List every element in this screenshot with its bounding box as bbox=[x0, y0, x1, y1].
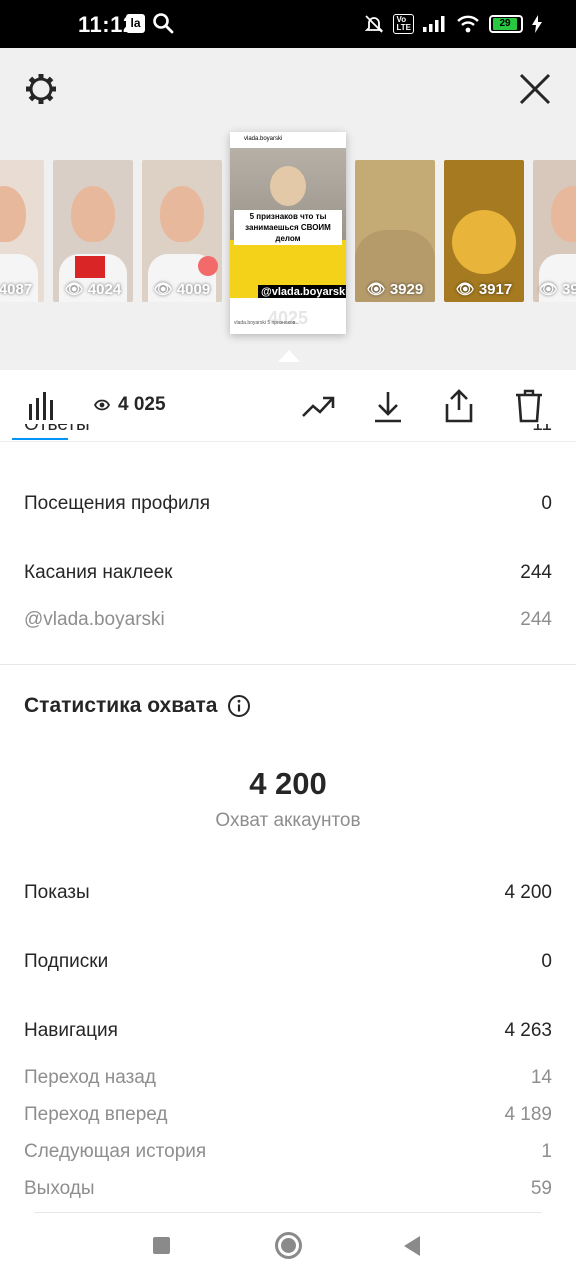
row-value: 1 bbox=[541, 1141, 552, 1162]
story-thumbnail[interactable]: 👁 39 bbox=[533, 160, 576, 302]
status-bar: 11:12 la Vo LTE 29 bbox=[0, 0, 576, 48]
eye-icon: 👁 bbox=[366, 281, 386, 298]
story-thumbnail[interactable]: 👁 3917 bbox=[444, 160, 524, 302]
app-notification-icon: la bbox=[126, 14, 145, 33]
row-label: Навигация bbox=[24, 1020, 118, 1041]
accounts-reached-value: 4 200 bbox=[249, 766, 327, 801]
story-thumbnail[interactable]: 👁 4024 bbox=[53, 160, 133, 302]
selected-pointer bbox=[278, 350, 300, 362]
story-view-count: 3929 bbox=[389, 280, 424, 298]
row-label: Касания наклеек bbox=[24, 562, 173, 583]
eye-icon: 👁 bbox=[153, 281, 173, 298]
story-view-count: 4009 bbox=[176, 280, 211, 298]
recent-apps-icon[interactable] bbox=[153, 1237, 170, 1254]
next-story-row: Следующая история 1 bbox=[24, 1141, 552, 1163]
story-mention-sticker: @vlada.boyarski bbox=[258, 285, 346, 298]
impressions-row: Показы 4 200 bbox=[24, 882, 552, 904]
row-value: 4 263 bbox=[504, 1020, 552, 1041]
search-icon bbox=[153, 13, 174, 34]
wifi-icon bbox=[457, 15, 479, 33]
close-icon[interactable] bbox=[518, 72, 552, 106]
viewers-button[interactable]: 4 025 bbox=[94, 394, 166, 416]
promote-trend-icon[interactable] bbox=[301, 394, 335, 420]
row-label: Показы bbox=[24, 882, 90, 903]
system-navigation-bar bbox=[0, 1212, 576, 1280]
row-label: Переход вперед bbox=[24, 1104, 168, 1125]
story-view-count: 4024 bbox=[87, 280, 122, 298]
sticker-taps-row: Касания наклеек 244 bbox=[24, 562, 552, 584]
forward-row: Переход вперед 4 189 bbox=[24, 1104, 552, 1126]
selected-story-preview[interactable]: vlada.boyarski 5 признаков что ты занима… bbox=[230, 132, 346, 334]
row-label: Ответы bbox=[24, 424, 90, 435]
eye-icon: 👁 bbox=[455, 281, 475, 298]
row-label: Следующая история bbox=[24, 1141, 207, 1162]
settings-gear-icon[interactable] bbox=[24, 72, 58, 106]
row-label: Переход назад bbox=[24, 1067, 156, 1088]
story-header: 👁4087 👁4024 👁4009 vlada.boyarski 5 призн… bbox=[0, 48, 576, 370]
row-label: Выходы bbox=[24, 1178, 95, 1199]
follows-row: Подписки 0 bbox=[24, 951, 552, 973]
delete-trash-icon[interactable] bbox=[514, 388, 544, 424]
signal-icon bbox=[423, 16, 445, 32]
section-title-text: Статистика охвата bbox=[24, 694, 218, 717]
story-view-count: 39 bbox=[562, 280, 576, 298]
row-value: 4 189 bbox=[504, 1104, 552, 1125]
back-row: Переход назад 14 bbox=[24, 1067, 552, 1089]
story-thumbnail[interactable]: 👁 3929 bbox=[355, 160, 435, 302]
info-icon[interactable] bbox=[227, 694, 251, 718]
home-icon[interactable] bbox=[275, 1232, 302, 1259]
row-label: Подписки bbox=[24, 951, 109, 972]
download-icon[interactable] bbox=[373, 390, 403, 424]
share-icon[interactable] bbox=[443, 388, 475, 424]
row-label: @vlada.boyarski bbox=[24, 609, 165, 630]
row-value: 0 bbox=[541, 493, 552, 514]
row-value: 4 200 bbox=[504, 882, 552, 903]
story-thumbnail[interactable]: 👁4087 bbox=[0, 160, 44, 302]
reach-section-title: Статистика охвата bbox=[24, 694, 251, 718]
divider bbox=[34, 1212, 542, 1213]
story-view-count: 4087 bbox=[0, 280, 33, 298]
row-value: 14 bbox=[530, 1067, 552, 1088]
mention-sticker-row: @vlada.boyarski 244 bbox=[24, 609, 552, 631]
section-divider bbox=[0, 664, 576, 665]
row-value: 11 bbox=[532, 424, 552, 435]
insights-bar-chart-icon[interactable] bbox=[28, 390, 56, 420]
exits-row: Выходы 59 bbox=[24, 1178, 552, 1200]
volte-icon: Vo LTE bbox=[393, 14, 414, 34]
story-image: 5 признаков что ты занимаешься СВОИМ дел… bbox=[230, 148, 346, 298]
row-value: 244 bbox=[520, 609, 552, 630]
row-value: 244 bbox=[520, 562, 552, 583]
story-view-count: 3917 bbox=[478, 280, 513, 298]
views-count: 4 025 bbox=[118, 394, 166, 415]
story-caption: vlada.boyarski 5 признаков... bbox=[234, 320, 300, 326]
accounts-reached-label: Охват аккаунтов bbox=[215, 810, 361, 831]
battery-icon: 29 bbox=[489, 15, 523, 33]
eye-icon: 👁 bbox=[64, 281, 84, 298]
navigation-row: Навигация 4 263 bbox=[24, 1020, 552, 1042]
story-headline: 5 признаков что ты занимаешься СВОИМ дел… bbox=[234, 210, 342, 245]
story-thumbnail[interactable]: 👁 4009 bbox=[142, 160, 222, 302]
replies-row-clipped: Ответы 11 bbox=[24, 424, 552, 444]
charging-icon bbox=[532, 15, 542, 33]
battery-level: 29 bbox=[493, 18, 517, 30]
story-thumbnail-strip: 👁4087 👁4024 👁4009 vlada.boyarski 5 призн… bbox=[0, 132, 576, 340]
eye-icon: 👁 bbox=[539, 281, 559, 298]
back-icon[interactable] bbox=[404, 1236, 420, 1256]
story-username: vlada.boyarski bbox=[244, 136, 283, 142]
row-value: 59 bbox=[530, 1178, 552, 1199]
eye-icon bbox=[94, 399, 110, 411]
profile-visits-row: Посещения профиля 0 bbox=[24, 493, 552, 515]
row-value: 0 bbox=[541, 951, 552, 972]
row-label: Посещения профиля bbox=[24, 493, 210, 514]
mute-bell-icon bbox=[365, 15, 384, 33]
